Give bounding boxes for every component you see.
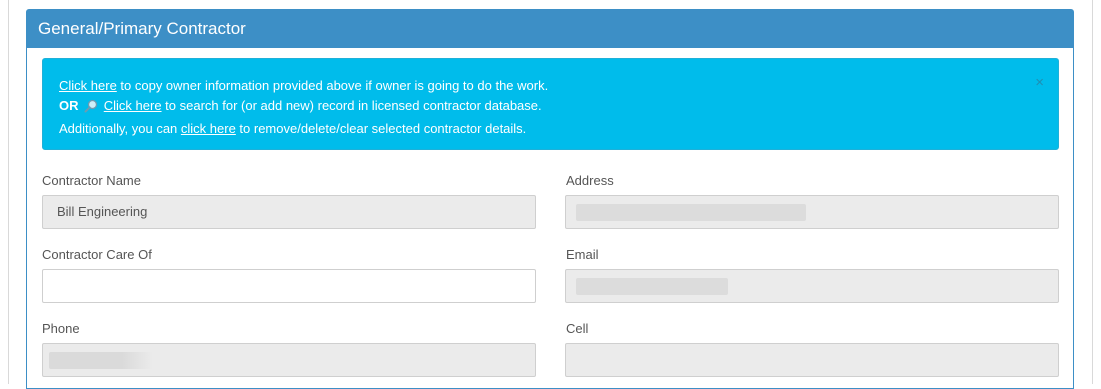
redacted-address xyxy=(576,204,806,221)
contractor-care-of-field[interactable] xyxy=(42,269,536,303)
panel-title: General/Primary Contractor xyxy=(27,10,1073,48)
contractor-name-field[interactable]: Bill Engineering xyxy=(42,195,536,229)
redacted-phone xyxy=(49,352,153,369)
contractor-panel: General/Primary Contractor Click here to… xyxy=(26,9,1074,389)
cell-label: Cell xyxy=(566,321,589,336)
search-contractor-link[interactable]: Click here xyxy=(104,98,162,113)
phone-field[interactable] xyxy=(42,343,536,377)
redacted-email xyxy=(576,278,728,295)
cell-field[interactable] xyxy=(565,343,1059,377)
search-icon xyxy=(84,99,98,119)
email-label: Email xyxy=(566,247,599,262)
contractor-name-label: Contractor Name xyxy=(42,173,141,188)
close-icon[interactable]: × xyxy=(1035,75,1044,91)
contractor-care-of-label: Contractor Care Of xyxy=(42,247,152,262)
email-field[interactable] xyxy=(565,269,1059,303)
address-label: Address xyxy=(566,173,614,188)
alert-line-1: Click here to copy owner information pro… xyxy=(59,78,549,93)
alert-line-2: OR Click here to search for (or add new)… xyxy=(59,96,1042,119)
alert-line-3: Additionally, you can click here to remo… xyxy=(59,121,527,136)
address-field[interactable] xyxy=(565,195,1059,229)
info-alert: Click here to copy owner information pro… xyxy=(42,58,1059,150)
phone-label: Phone xyxy=(42,321,80,336)
copy-owner-link[interactable]: Click here xyxy=(59,78,117,93)
clear-contractor-link[interactable]: click here xyxy=(181,121,236,136)
